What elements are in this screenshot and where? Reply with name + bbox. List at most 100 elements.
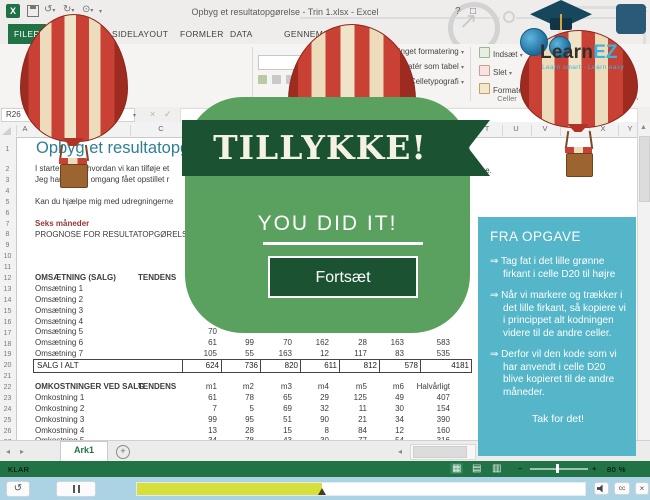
cell-question[interactable]: Kan du hjælpe mig med udregningerne xyxy=(35,197,185,206)
cell[interactable]: 125 xyxy=(329,393,367,402)
tab-data[interactable]: DATA xyxy=(230,29,253,39)
cell[interactable]: 390 xyxy=(404,415,450,424)
cell[interactable]: 55 xyxy=(217,349,254,358)
oms-row15[interactable]: Omsætning 3 xyxy=(35,306,83,315)
zoom-in-icon[interactable]: + xyxy=(592,464,597,473)
normal-view-icon[interactable]: ▦ xyxy=(450,463,463,474)
captions-button[interactable]: cc xyxy=(614,482,630,495)
oms-row19-values[interactable]: 105551631211783535 xyxy=(180,349,450,358)
zoom-slider-thumb[interactable] xyxy=(556,464,559,473)
total-cell[interactable]: 624 xyxy=(182,359,222,373)
col-m1[interactable]: m1 xyxy=(180,382,217,391)
sheet-nav-right-icon[interactable]: ▸ xyxy=(20,447,24,456)
total-cell[interactable]: 578 xyxy=(379,359,421,373)
continue-button[interactable]: Fortsæt xyxy=(268,256,418,298)
cell[interactable]: 83 xyxy=(367,349,404,358)
omk-row-label[interactable]: Omkostning 2 xyxy=(35,404,84,413)
omk-row-values[interactable]: 7569321130154 xyxy=(180,404,450,413)
cell[interactable]: 95 xyxy=(217,415,254,424)
cell[interactable]: 30 xyxy=(367,404,404,413)
hscroll-left-icon[interactable]: ◂ xyxy=(398,447,402,456)
cell[interactable]: 34 xyxy=(367,415,404,424)
col-m3[interactable]: m3 xyxy=(254,382,292,391)
total-cell[interactable]: 812 xyxy=(339,359,380,373)
cell[interactable]: 163 xyxy=(367,338,404,347)
undo-caret[interactable]: ▾ xyxy=(52,8,55,14)
progress-marker[interactable] xyxy=(318,488,326,495)
page-layout-view-icon[interactable]: ▤ xyxy=(472,463,481,474)
oms-tendens[interactable]: TENDENS xyxy=(138,273,176,282)
cell[interactable]: 69 xyxy=(254,404,292,413)
select-all-corner[interactable] xyxy=(2,127,11,135)
save-icon[interactable] xyxy=(27,5,39,17)
cancel-icon[interactable]: × xyxy=(150,109,155,119)
name-box-caret[interactable]: ▾ xyxy=(133,112,136,119)
oms-row16[interactable]: Omsætning 4 xyxy=(35,317,83,326)
cell[interactable]: 12 xyxy=(367,426,404,435)
touch-caret[interactable]: ▾ xyxy=(90,8,93,14)
cell[interactable]: 7 xyxy=(180,404,217,413)
zoom-out-icon[interactable]: − xyxy=(518,464,523,473)
horizontal-scrollbar[interactable] xyxy=(410,444,476,460)
scroll-up-icon[interactable]: ▲ xyxy=(640,124,647,131)
oms-row17-v[interactable]: 70 xyxy=(180,327,217,336)
oms-row13[interactable]: Omsætning 1 xyxy=(35,284,83,293)
column-header-u[interactable]: U xyxy=(502,124,530,133)
cell[interactable]: 28 xyxy=(217,426,254,435)
total-cell[interactable]: 820 xyxy=(260,359,301,373)
omk-row-label[interactable]: Omkostning 4 xyxy=(35,426,84,435)
tab-formler[interactable]: FORMLER xyxy=(180,29,224,39)
cell[interactable]: 49 xyxy=(367,393,404,402)
omk-row-label[interactable]: Omkostning 3 xyxy=(35,415,84,424)
omk-tendens[interactable]: TENDENS xyxy=(138,382,176,391)
cell[interactable]: 32 xyxy=(292,404,329,413)
cell[interactable]: 163 xyxy=(254,349,292,358)
col-m5[interactable]: m5 xyxy=(329,382,367,391)
oms-row17[interactable]: Omsætning 5 xyxy=(35,327,83,336)
volume-button[interactable] xyxy=(594,482,609,495)
cell[interactable]: 15 xyxy=(254,426,292,435)
salg-i-alt-label[interactable]: SALG I ALT xyxy=(33,359,186,373)
cell-prognose[interactable]: PROGNOSE FOR RESULTATOPGØRELSE xyxy=(35,230,193,239)
omk-row-values[interactable]: 999551902134390 xyxy=(180,415,450,424)
cell[interactable]: 5 xyxy=(217,404,254,413)
sheet-tab-ark1[interactable]: Ark1 xyxy=(60,441,108,463)
total-cell[interactable]: 736 xyxy=(221,359,261,373)
cell[interactable]: 61 xyxy=(180,338,217,347)
col-m2[interactable]: m2 xyxy=(217,382,254,391)
cell-period[interactable]: Seks måneder xyxy=(35,219,89,228)
cell[interactable]: 105 xyxy=(180,349,217,358)
omk-row-values[interactable]: 13281588412160 xyxy=(180,426,450,435)
cell[interactable]: 407 xyxy=(404,393,450,402)
cell[interactable]: 99 xyxy=(217,338,254,347)
total-cell[interactable]: 4181 xyxy=(420,359,472,373)
cell[interactable]: 11 xyxy=(329,404,367,413)
cell[interactable]: 51 xyxy=(254,415,292,424)
enter-icon[interactable]: ✓ xyxy=(164,109,172,120)
col-m4[interactable]: m4 xyxy=(292,382,329,391)
cell[interactable]: 21 xyxy=(329,415,367,424)
omk-row-label[interactable]: Omkostning 1 xyxy=(35,393,84,402)
cell[interactable]: 12 xyxy=(292,349,329,358)
cell[interactable]: 117 xyxy=(329,349,367,358)
omk-row-values[interactable]: 6178652912549407 xyxy=(180,393,450,402)
column-header-c[interactable]: C xyxy=(147,124,175,133)
row-header-1[interactable]: 1 xyxy=(0,146,15,153)
col-halv[interactable]: Halvårligt xyxy=(404,382,450,391)
help-button[interactable]: ? xyxy=(455,6,461,17)
cell-title[interactable]: Opbyg et resultatopgørelse xyxy=(36,139,184,158)
tab-sidelayout[interactable]: SIDELAYOUT xyxy=(112,29,168,39)
page-break-view-icon[interactable]: ▥ xyxy=(492,463,501,474)
vertical-scroll-thumb[interactable] xyxy=(639,136,650,202)
cell[interactable]: 154 xyxy=(404,404,450,413)
close-player-button[interactable]: × xyxy=(635,482,649,495)
cell[interactable]: 99 xyxy=(180,415,217,424)
salg-i-alt-values[interactable]: 6247368206118125784181 xyxy=(183,359,472,373)
add-sheet-icon[interactable]: + xyxy=(116,445,130,459)
col-m6[interactable]: m6 xyxy=(367,382,404,391)
cell[interactable]: 583 xyxy=(404,338,450,347)
zoom-slider[interactable] xyxy=(530,468,588,470)
cell[interactable]: 29 xyxy=(292,393,329,402)
omk-header[interactable]: OMKOSTNINGER VED SALG xyxy=(35,382,144,391)
oms-row18[interactable]: Omsætning 6 xyxy=(35,338,83,347)
